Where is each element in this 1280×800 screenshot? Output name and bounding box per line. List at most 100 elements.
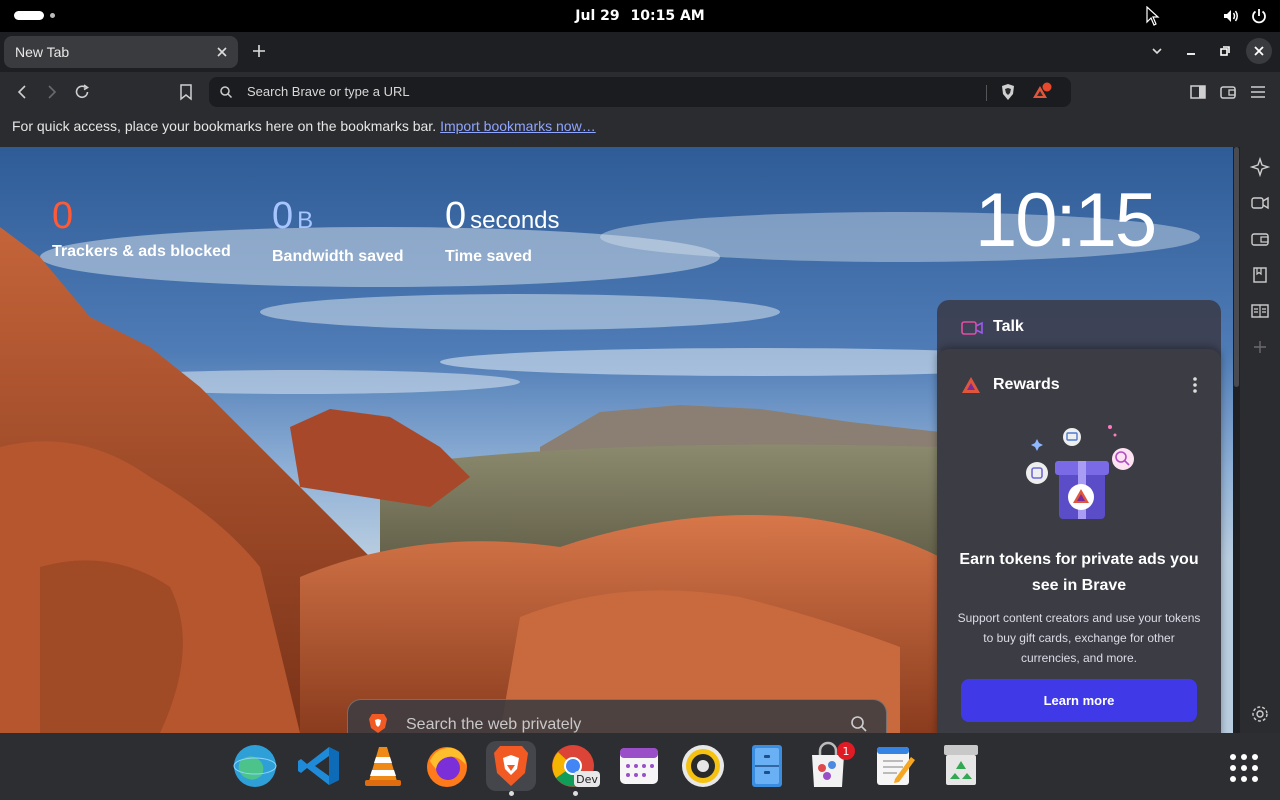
trackers-label: Trackers & ads blocked	[52, 243, 231, 260]
brave-sidebar	[1240, 147, 1280, 733]
dock: Dev 1	[0, 733, 1280, 800]
text-editor-icon	[877, 747, 915, 785]
dock-app-globe[interactable]	[230, 741, 280, 791]
time-saved-label: Time saved	[445, 248, 532, 265]
workspace-dot	[50, 13, 55, 18]
address-bar-placeholder: Search Brave or type a URL	[247, 84, 410, 99]
rewards-illustration-icon	[1026, 425, 1134, 519]
menu-icon[interactable]	[1248, 82, 1268, 102]
brave-logo-icon	[369, 714, 387, 733]
dock-app-text-editor[interactable]	[870, 741, 920, 791]
more-options-icon[interactable]	[1189, 375, 1201, 395]
running-indicator	[509, 791, 514, 796]
dock-app-vscode[interactable]	[294, 741, 344, 791]
mouse-cursor-icon	[1146, 6, 1160, 26]
forward-button[interactable]	[42, 82, 62, 102]
tab-title: New Tab	[15, 44, 70, 60]
chevron-down-icon	[1152, 48, 1162, 55]
dock-app-software[interactable]: 1	[806, 741, 856, 791]
chrome-dev-label: Dev	[576, 773, 598, 786]
system-clock[interactable]: Jul 29 10:15 AM	[540, 0, 740, 32]
sidebar-toggle-icon[interactable]	[1188, 82, 1208, 102]
new-tab-button[interactable]	[249, 41, 269, 61]
vlc-cone-icon	[365, 747, 401, 786]
brave-shields-icon[interactable]	[999, 83, 1017, 101]
wallet-sidebar-icon[interactable]	[1250, 229, 1270, 249]
dock-app-calendar[interactable]	[614, 741, 664, 791]
running-indicator	[573, 791, 578, 796]
system-date: Jul 29	[575, 8, 620, 24]
window-controls	[1144, 38, 1272, 64]
close-window-button[interactable]	[1246, 38, 1272, 64]
reload-button[interactable]	[72, 82, 92, 102]
bookmarks-bar-message: For quick access, place your bookmarks h…	[12, 112, 596, 141]
rewards-headline: Earn tokens for private ads you see in B…	[959, 551, 1199, 594]
reading-list-icon[interactable]	[1250, 301, 1270, 321]
dock-app-rhythmbox[interactable]	[678, 741, 728, 791]
dock-app-chrome-dev[interactable]: Dev	[550, 741, 600, 796]
time-saved-stat: 0 seconds Time saved	[445, 195, 560, 266]
video-camera-icon	[961, 321, 983, 335]
page-scrollbar[interactable]	[1233, 147, 1240, 733]
rewards-widget: Rewards Earn tokens for private ads you …	[937, 349, 1221, 733]
bookmarks-sidebar-icon[interactable]	[1250, 265, 1270, 285]
import-bookmarks-link[interactable]: Import bookmarks now…	[440, 118, 596, 134]
time-saved-value: 0	[445, 195, 467, 237]
dock-app-firefox[interactable]	[422, 741, 472, 791]
new-tab-page: 0 Trackers & ads blocked 0B Bandwidth sa…	[0, 147, 1233, 733]
search-icon[interactable]	[850, 715, 868, 733]
back-button[interactable]	[12, 82, 32, 102]
show-apps-icon[interactable]	[1228, 752, 1260, 784]
calendar-icon	[620, 748, 658, 784]
wallet-icon[interactable]	[1218, 82, 1238, 102]
search-icon	[220, 86, 233, 99]
trash-icon	[944, 745, 978, 785]
rewards-description: Support content creators and use your to…	[957, 611, 1201, 665]
vscode-icon	[298, 747, 339, 785]
talk-title: Talk	[993, 318, 1024, 335]
dock-app-vlc[interactable]	[358, 741, 408, 791]
globe-icon	[233, 745, 277, 787]
bandwidth-value: 0	[272, 195, 294, 237]
talk-sidebar-icon[interactable]	[1250, 193, 1270, 213]
chrome-dev-icon: Dev	[552, 745, 600, 787]
tab-strip: New Tab	[0, 32, 1280, 72]
activities-button[interactable]	[14, 11, 55, 20]
bat-triangle-icon	[962, 377, 980, 393]
bookmarks-bar: For quick access, place your bookmarks h…	[0, 112, 1280, 147]
minimize-icon	[1187, 53, 1195, 55]
search-placeholder: Search the web privately	[406, 716, 582, 733]
dock-app-files[interactable]	[742, 741, 792, 791]
dock-app-brave[interactable]	[486, 741, 536, 796]
software-updates-badge: 1	[843, 745, 850, 758]
maximize-button[interactable]	[1212, 38, 1238, 64]
leo-ai-icon[interactable]	[1250, 157, 1270, 177]
add-sidebar-item-icon[interactable]	[1250, 337, 1270, 357]
new-tab-clock: 10:15	[975, 178, 1157, 263]
bandwidth-label: Bandwidth saved	[272, 248, 404, 265]
tab-new-tab[interactable]: New Tab	[4, 36, 238, 68]
tab-search-button[interactable]	[1144, 38, 1170, 64]
brave-rewards-icon[interactable]	[1031, 82, 1053, 102]
bookmark-icon[interactable]	[176, 82, 196, 102]
bookmarks-hint: For quick access, place your bookmarks h…	[12, 118, 437, 134]
workspace-indicator	[14, 11, 44, 20]
trackers-stat: 0 Trackers & ads blocked	[52, 195, 231, 261]
dock-app-trash[interactable]	[936, 741, 986, 791]
time-saved-unit: seconds	[470, 207, 560, 234]
system-time: 10:15 AM	[630, 8, 705, 24]
minimize-button[interactable]	[1178, 38, 1204, 64]
power-icon[interactable]	[1250, 7, 1268, 25]
address-bar[interactable]: Search Brave or type a URL	[209, 77, 1071, 107]
volume-icon[interactable]	[1222, 7, 1240, 25]
system-tray[interactable]	[1222, 7, 1268, 25]
sidebar-settings-icon[interactable]	[1250, 704, 1270, 724]
close-tab-icon[interactable]	[214, 44, 230, 60]
browser-toolbar: Search Brave or type a URL	[0, 72, 1280, 112]
restore-icon	[1220, 46, 1230, 56]
brave-lion-icon	[494, 746, 528, 786]
rewards-title: Rewards	[993, 376, 1060, 393]
web-search-box[interactable]: Search the web privately	[347, 699, 887, 733]
scrollbar-thumb[interactable]	[1234, 147, 1239, 387]
learn-more-button[interactable]: Learn more	[961, 679, 1197, 722]
